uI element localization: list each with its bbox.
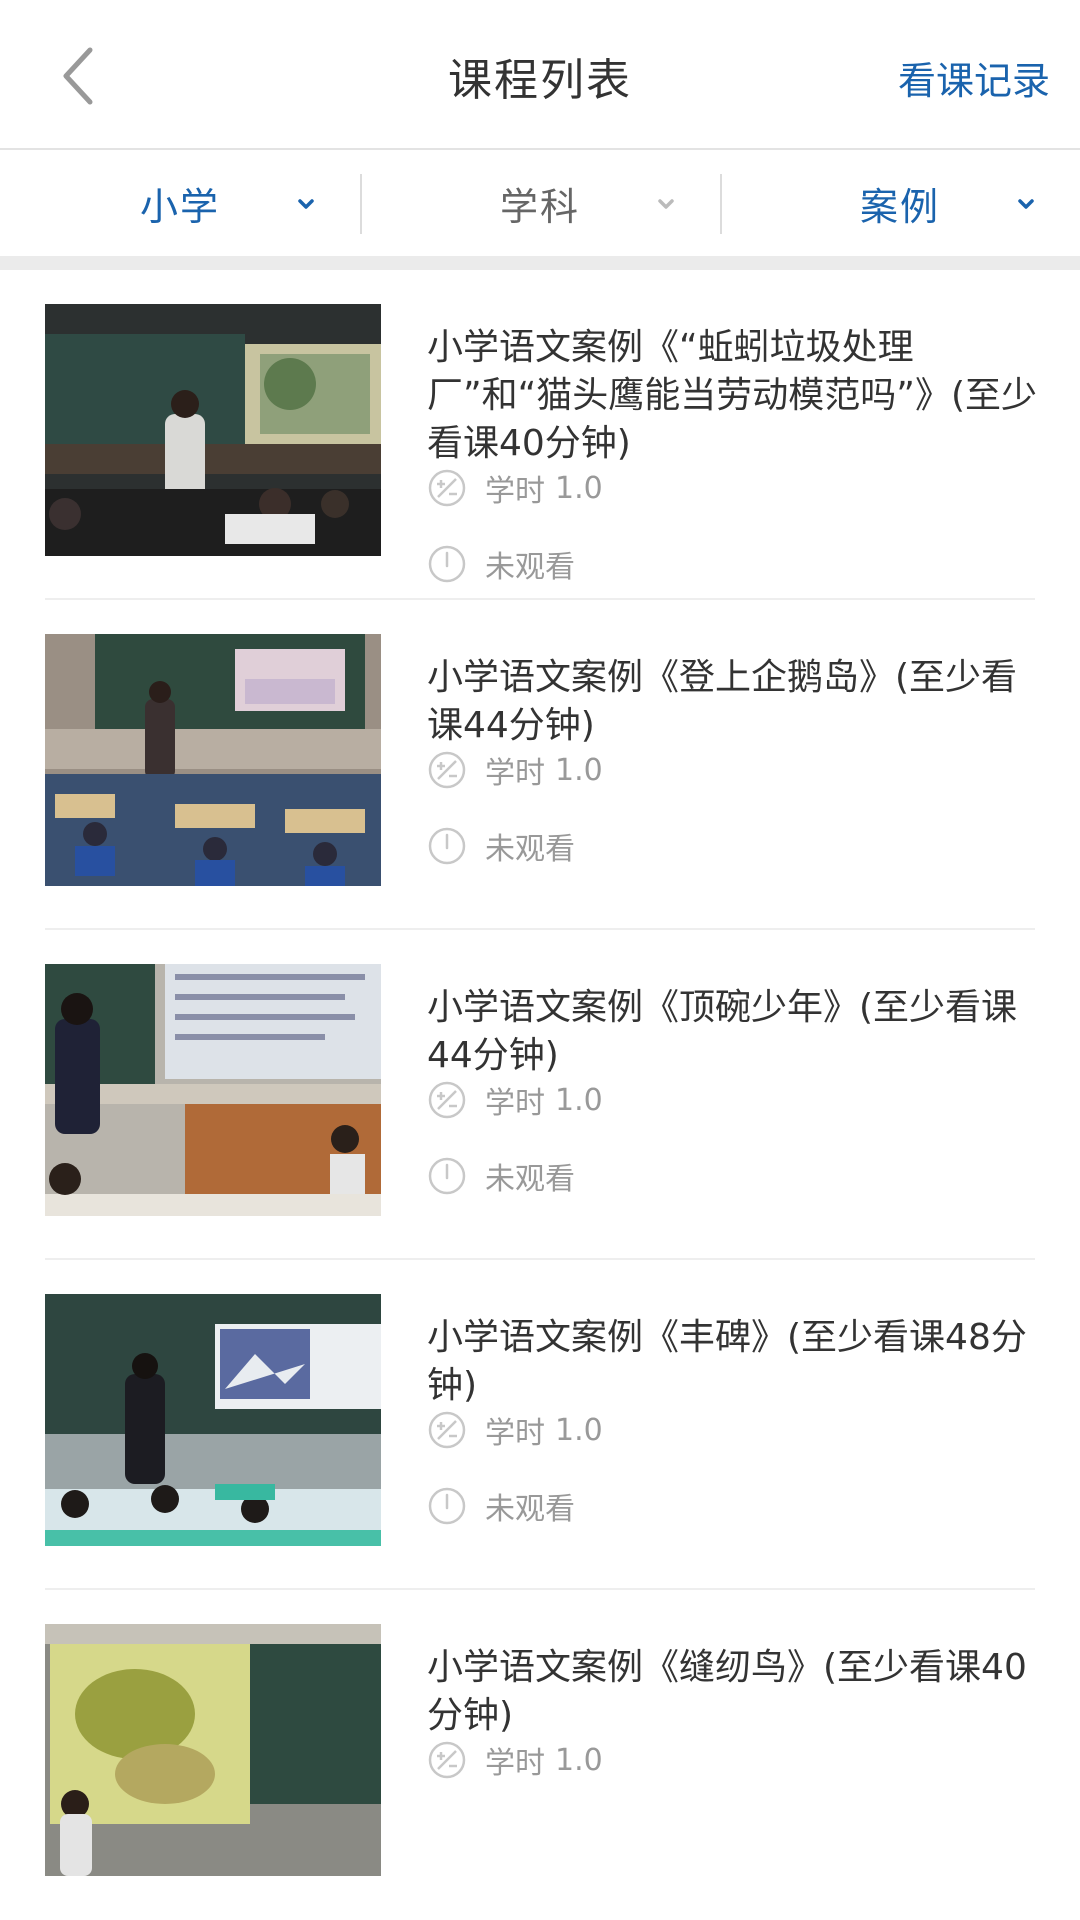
credit-label: 学时 bbox=[485, 1086, 545, 1121]
filter-subject-dropdown[interactable]: 学科 bbox=[360, 150, 720, 256]
course-title: 小学语文案例《“蚯蚓垃圾处理厂”和“猫头鹰能当劳动模范吗”》(至少看课40分钟) bbox=[427, 327, 1037, 464]
course-title: 小学语文案例《顶碗少年》(至少看课44分钟) bbox=[427, 987, 1018, 1076]
course-list: 小学语文案例《“蚯蚓垃圾处理厂”和“猫头鹰能当劳动模范吗”》(至少看课40分钟)… bbox=[0, 270, 1080, 1920]
course-title: 小学语文案例《缝纫鸟》(至少看课40分钟) bbox=[427, 1647, 1027, 1736]
credit-value: 1.0 bbox=[555, 1082, 603, 1118]
watch-status: 未观看 bbox=[485, 832, 575, 867]
course-status: 未观看 bbox=[427, 824, 575, 868]
course-thumbnail bbox=[45, 304, 381, 556]
filter-type-label: 案例 bbox=[859, 184, 940, 229]
credit-hours-icon bbox=[428, 751, 466, 789]
course-status: 未观看 bbox=[427, 542, 575, 586]
watch-status: 未观看 bbox=[485, 550, 575, 585]
filter-subject-label: 学科 bbox=[499, 184, 580, 229]
course-list-item[interactable]: 小学语文案例《“蚯蚓垃圾处理厂”和“猫头鹰能当劳动模范吗”》(至少看课40分钟)… bbox=[45, 270, 1037, 600]
credit-label: 学时 bbox=[485, 474, 545, 509]
course-credit: 学时 1.0 bbox=[427, 1408, 603, 1452]
chevron-down-icon bbox=[658, 199, 674, 209]
clock-icon bbox=[428, 545, 466, 583]
credit-label: 学时 bbox=[485, 1416, 545, 1451]
credit-hours-icon bbox=[428, 469, 466, 507]
credit-label: 学时 bbox=[485, 1746, 545, 1781]
course-credit: 学时 1.0 bbox=[427, 1738, 603, 1782]
credit-hours-icon bbox=[428, 1741, 466, 1779]
course-list-item[interactable]: 小学语文案例《缝纫鸟》(至少看课40分钟) 学时 1.0 bbox=[45, 1590, 1035, 1920]
course-thumbnail bbox=[45, 964, 381, 1216]
course-thumbnail bbox=[45, 1294, 381, 1546]
credit-hours-icon bbox=[428, 1411, 466, 1449]
credit-hours-icon bbox=[428, 1081, 466, 1119]
course-list-item[interactable]: 小学语文案例《登上企鹅岛》(至少看课44分钟) 学时 1.0 未观看 bbox=[45, 600, 1035, 930]
credit-value: 1.0 bbox=[555, 1412, 603, 1448]
course-credit: 学时 1.0 bbox=[427, 466, 603, 510]
course-title: 小学语文案例《登上企鹅岛》(至少看课44分钟) bbox=[427, 657, 1018, 746]
filter-level-dropdown[interactable]: 小学 bbox=[0, 150, 360, 256]
filter-level-label: 小学 bbox=[139, 184, 220, 229]
chevron-down-icon bbox=[298, 199, 314, 209]
course-status: 未观看 bbox=[427, 1484, 575, 1528]
course-thumbnail bbox=[45, 1624, 381, 1876]
credit-value: 1.0 bbox=[555, 1742, 603, 1778]
app-header: 课程列表 看课记录 bbox=[0, 0, 1080, 150]
course-title: 小学语文案例《丰碑》(至少看课48分钟) bbox=[427, 1317, 1027, 1406]
course-list-item[interactable]: 小学语文案例《丰碑》(至少看课48分钟) 学时 1.0 未观看 bbox=[45, 1260, 1035, 1590]
clock-icon bbox=[428, 1487, 466, 1525]
course-credit: 学时 1.0 bbox=[427, 1078, 603, 1122]
watch-status: 未观看 bbox=[485, 1162, 575, 1197]
credit-value: 1.0 bbox=[555, 470, 603, 506]
filter-type-dropdown[interactable]: 案例 bbox=[720, 150, 1080, 256]
chevron-down-icon bbox=[1018, 199, 1034, 209]
credit-label: 学时 bbox=[485, 756, 545, 791]
filter-bar: 小学 学科 案例 bbox=[0, 150, 1080, 270]
course-list-item[interactable]: 小学语文案例《顶碗少年》(至少看课44分钟) 学时 1.0 未观看 bbox=[45, 930, 1035, 1260]
course-credit: 学时 1.0 bbox=[427, 748, 603, 792]
watch-status: 未观看 bbox=[485, 1492, 575, 1527]
course-thumbnail bbox=[45, 634, 381, 886]
view-history-link[interactable]: 看课记录 bbox=[898, 50, 1050, 105]
clock-icon bbox=[428, 1157, 466, 1195]
course-status: 未观看 bbox=[427, 1154, 575, 1198]
credit-value: 1.0 bbox=[555, 752, 603, 788]
clock-icon bbox=[428, 827, 466, 865]
